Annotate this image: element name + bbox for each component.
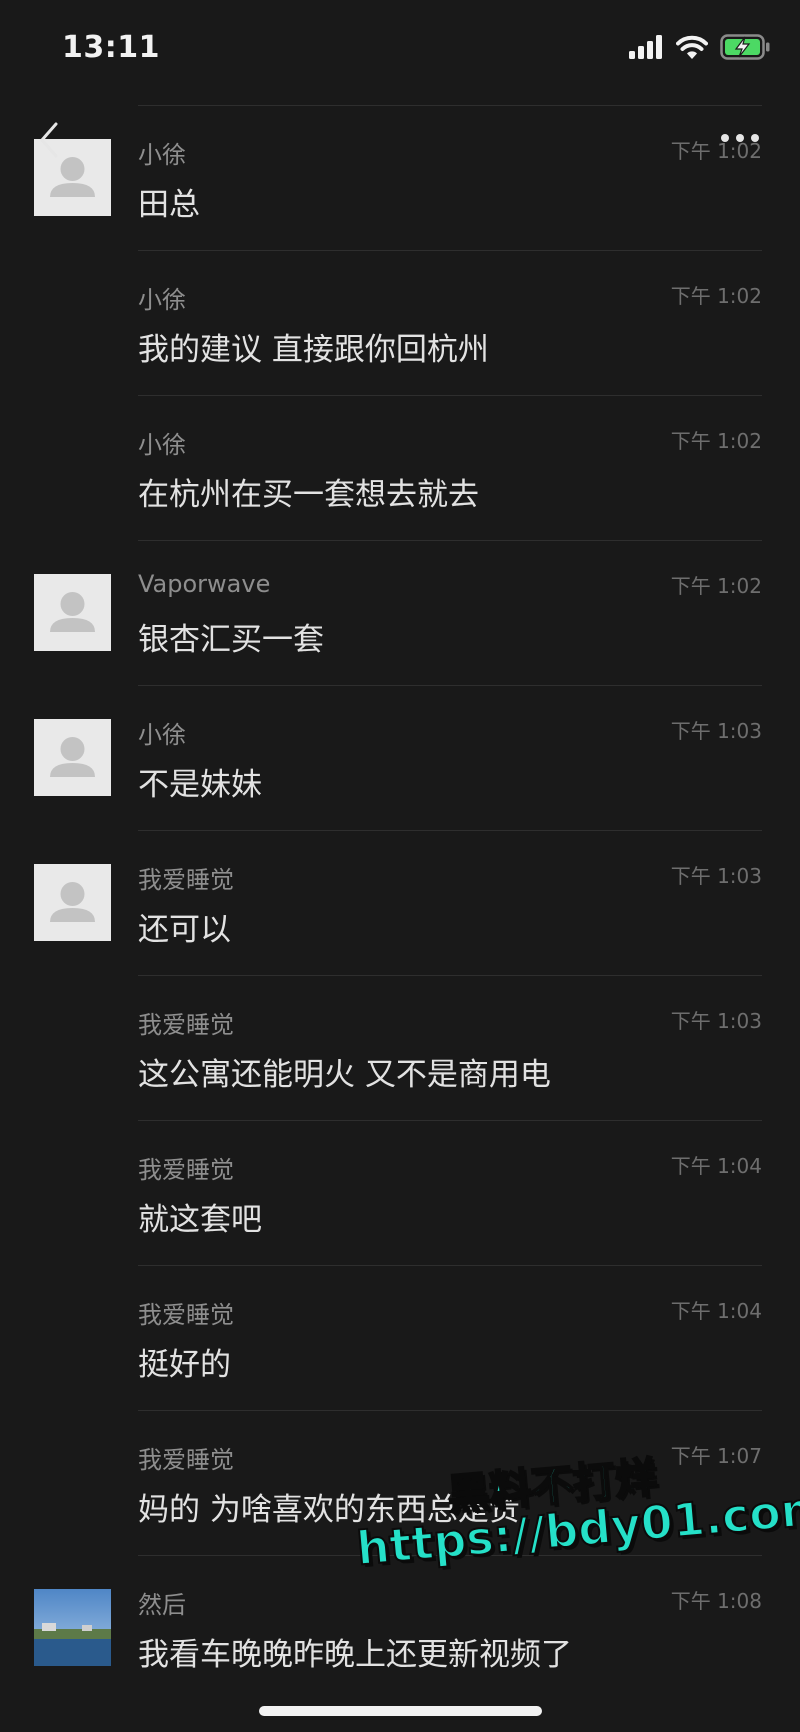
message-text: 田总 [138,187,200,223]
status-bar: 13:11 [0,0,800,96]
message-text: 银杏汇买一套 [138,622,324,658]
wifi-icon [676,34,708,64]
message-time: 下午 1:04 [670,1154,762,1178]
avatar-default-icon[interactable] [34,574,111,651]
message-time: 下午 1:03 [670,719,762,743]
avatar-default-icon[interactable] [34,719,111,796]
message-text: 不是妹妹 [138,767,262,803]
message-text: 这公寓还能明火 又不是商用电 [138,1057,551,1093]
battery-charging-icon [720,34,770,64]
sender-name: 小徐 [138,721,186,749]
message-row[interactable]: 然后 下午 1:08 我看车晚晚昨晚上还更新视频了 [0,1555,800,1700]
message-row[interactable]: 我爱睡觉 下午 1:04 就这套吧 [0,1120,800,1265]
sender-name: Vaporwave [138,570,271,598]
message-time: 下午 1:07 [670,1444,762,1468]
row-separator [138,1555,762,1556]
row-separator [138,685,762,686]
avatar-default-icon[interactable] [34,864,111,941]
row-separator [138,1410,762,1411]
message-row[interactable]: 小徐 下午 1:02 在杭州在买一套想去就去 [0,395,800,540]
message-row[interactable]: 我爱睡觉 下午 1:07 妈的 为啥喜欢的东西总是贵 [0,1410,800,1555]
home-indicator[interactable] [259,1706,542,1716]
row-separator [138,1265,762,1266]
message-list[interactable]: 小徐 下午 1:02 田总 小徐 下午 1:02 我的建议 直接跟你回杭州 小徐 下午 1:0… [0,105,800,1700]
message-time: 下午 1:02 [670,284,762,308]
status-time: 13:11 [62,30,160,65]
message-row[interactable]: 小徐 下午 1:02 田总 [0,105,800,250]
message-text: 挺好的 [138,1347,231,1383]
row-separator [138,395,762,396]
message-time: 下午 1:02 [670,574,762,598]
row-separator [138,540,762,541]
sender-name: 我爱睡觉 [138,1446,234,1474]
sender-name: 小徐 [138,286,186,314]
row-separator [138,250,762,251]
message-row[interactable]: 我爱睡觉 下午 1:04 挺好的 [0,1265,800,1410]
sender-name: 小徐 [138,141,186,169]
row-separator [138,975,762,976]
message-time: 下午 1:08 [670,1589,762,1613]
sender-name: 小徐 [138,431,186,459]
message-row[interactable]: 我爱睡觉 下午 1:03 还可以 [0,830,800,975]
message-text: 在杭州在买一套想去就去 [138,477,479,513]
sender-name: 我爱睡觉 [138,1156,234,1184]
message-text: 我的建议 直接跟你回杭州 [138,332,489,368]
message-row[interactable]: 小徐 下午 1:02 我的建议 直接跟你回杭州 [0,250,800,395]
message-text: 就这套吧 [138,1202,262,1238]
sender-name: 我爱睡觉 [138,866,234,894]
row-separator [138,1120,762,1121]
sender-name: 我爱睡觉 [138,1301,234,1329]
sender-name: 我爱睡觉 [138,1011,234,1039]
cellular-signal-icon [628,35,664,63]
back-icon[interactable] [34,120,64,160]
message-row[interactable]: 小徐 下午 1:03 不是妹妹 [0,685,800,830]
sender-name: 然后 [138,1591,186,1619]
ellipsis-icon[interactable] [718,130,762,144]
message-text: 我看车晚晚昨晚上还更新视频了 [138,1637,572,1673]
message-time: 下午 1:03 [670,864,762,888]
message-text: 妈的 为啥喜欢的东西总是贵 [138,1492,520,1528]
message-time: 下午 1:02 [670,429,762,453]
status-icons [628,34,770,64]
row-separator [138,105,762,106]
message-time: 下午 1:03 [670,1009,762,1033]
message-row[interactable]: Vaporwave 下午 1:02 银杏汇买一套 [0,540,800,685]
message-time: 下午 1:04 [670,1299,762,1323]
message-row[interactable]: 我爱睡觉 下午 1:03 这公寓还能明火 又不是商用电 [0,975,800,1120]
row-separator [138,830,762,831]
avatar-photo[interactable] [34,1589,111,1666]
message-text: 还可以 [138,912,231,948]
